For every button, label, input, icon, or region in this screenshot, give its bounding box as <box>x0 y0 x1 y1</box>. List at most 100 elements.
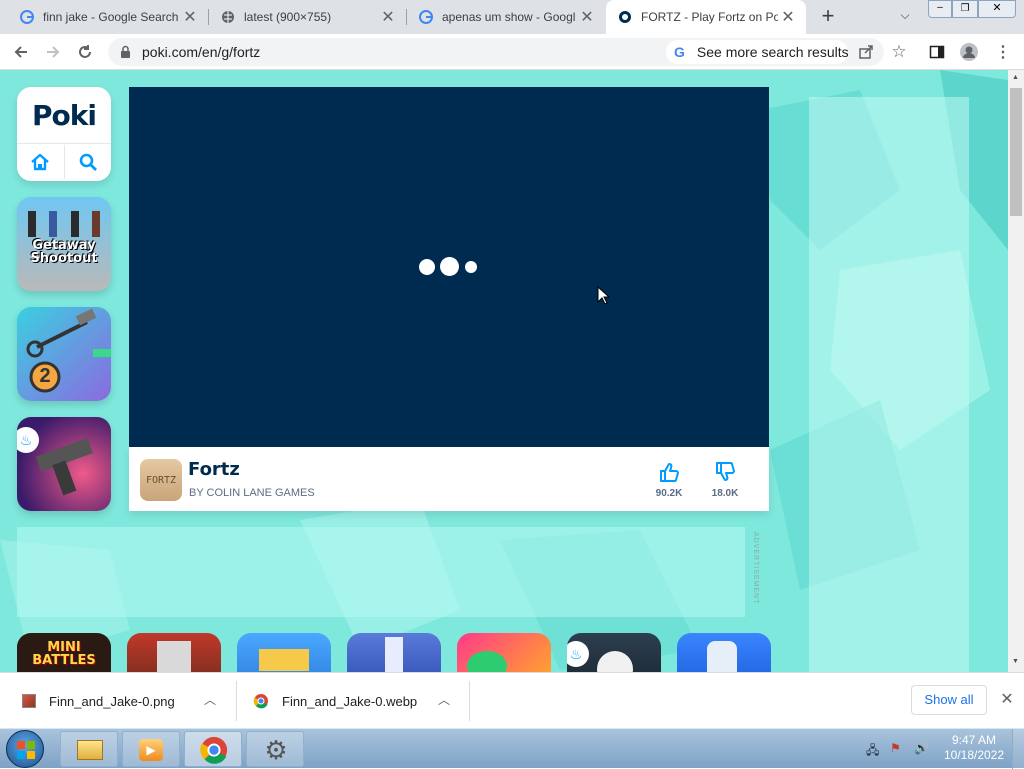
search-icon[interactable] <box>78 152 98 172</box>
game-thumbnail-hammer-2[interactable]: 2 <box>17 307 111 401</box>
tab-title: latest (900×755) <box>244 10 332 24</box>
game-title: Fortz <box>188 459 240 480</box>
tab-fortz[interactable]: FORTZ - Play Fortz on Po ✕ <box>606 0 806 34</box>
page-scrollbar[interactable]: ▲ ▼ <box>1008 70 1024 672</box>
scroll-up-icon[interactable]: ▲ <box>1012 74 1019 81</box>
tab-latest[interactable]: latest (900×755) ✕ <box>209 0 406 34</box>
like-button[interactable]: 90.2K <box>647 461 691 499</box>
game-thumbnail-6[interactable]: ♨ <box>567 633 661 672</box>
tab-finn-jake[interactable]: finn jake - Google Search ✕ <box>8 0 208 34</box>
ad-label: ADVERTISEMENT <box>752 532 759 605</box>
taskbar-settings-button[interactable]: ⚙ <box>246 731 304 767</box>
window-close-button[interactable]: ✕ <box>978 0 1016 18</box>
google-icon <box>419 10 433 24</box>
scrollbar-thumb[interactable] <box>1010 88 1022 216</box>
close-icon[interactable]: ✕ <box>378 7 398 27</box>
tower-art <box>385 637 403 672</box>
search-chip-label: See more search results <box>696 44 849 60</box>
divider <box>469 681 470 721</box>
close-icon[interactable]: ✕ <box>577 7 597 27</box>
taskbar-chrome-button[interactable] <box>184 731 242 767</box>
game-thumbnail-3[interactable] <box>237 633 331 672</box>
address-bar[interactable]: poki.com/en/g/fortz G See more search re… <box>108 38 884 66</box>
browser-tabstrip: finn jake - Google Search ✕ latest (900×… <box>0 0 1024 34</box>
back-button[interactable] <box>8 40 34 64</box>
hot-flame-icon: ♨ <box>567 641 589 667</box>
google-icon <box>20 10 34 24</box>
close-icon[interactable]: ✕ <box>180 7 200 27</box>
media-player-icon: ▶ <box>139 739 163 761</box>
search-chip[interactable]: G See more search results <box>666 40 849 64</box>
scroll-down-icon[interactable]: ▼ <box>1012 658 1019 665</box>
tab-title: FORTZ - Play Fortz on Po <box>641 10 778 24</box>
character-art <box>707 641 737 672</box>
loading-dot <box>465 261 477 273</box>
divider <box>17 143 111 144</box>
game-thumb-text: FORTZ <box>145 474 177 486</box>
poki-logo[interactable]: Poki <box>17 99 111 132</box>
close-download-bar-icon[interactable]: ✕ <box>998 689 1016 709</box>
new-tab-button[interactable]: + <box>816 5 840 29</box>
thumbnail-title: 2 <box>39 365 51 387</box>
minimize-button[interactable]: ‒ <box>928 0 952 18</box>
download-item-png[interactable]: Finn_and_Jake-0.png ︿ <box>0 673 236 729</box>
action-center-icon[interactable]: ⚑ <box>890 741 906 757</box>
sidebar-ad <box>809 97 969 672</box>
chrome-icon <box>200 736 228 764</box>
divider <box>64 145 65 179</box>
game-thumbnail-mini-battles[interactable]: MINI BATTLES <box>17 633 111 672</box>
thumbnail-title: MINI BATTLES <box>32 640 96 668</box>
game-thumbnail-4[interactable] <box>347 633 441 672</box>
game-canvas[interactable] <box>129 87 769 447</box>
loading-dot <box>440 257 459 276</box>
home-icon[interactable] <box>30 152 50 172</box>
profile-button[interactable] <box>956 40 982 64</box>
close-icon[interactable]: ✕ <box>778 7 798 27</box>
menu-dots-icon[interactable]: ⋮ <box>990 40 1016 64</box>
forward-button[interactable] <box>40 40 66 64</box>
thumbs-up-icon <box>660 463 679 482</box>
like-count: 90.2K <box>655 488 683 499</box>
download-bar: Finn_and_Jake-0.png ︿ Finn_and_Jake-0.we… <box>0 672 1024 728</box>
download-item-webp[interactable]: Finn_and_Jake-0.webp ︿ <box>237 673 469 729</box>
windows-taskbar: ▶ ⚙ 🖧 ⚑ 🔊 9:47 AM 10/18/2022 <box>0 728 1024 769</box>
side-panel-button[interactable] <box>924 40 950 64</box>
game-thumb: FORTZ <box>140 459 182 501</box>
game-thumbnail-2[interactable] <box>127 633 221 672</box>
game-developer[interactable]: BY COLIN LANE GAMES <box>189 487 315 499</box>
ad-banner <box>17 527 745 617</box>
clock[interactable]: 9:47 AM 10/18/2022 <box>940 733 1008 763</box>
tab-apenas-um-show[interactable]: apenas um show - Googl ✕ <box>407 0 605 34</box>
network-icon[interactable]: 🖧 <box>866 741 882 757</box>
thumbs-down-icon <box>716 462 735 481</box>
dislike-button[interactable]: 18.0K <box>703 461 747 499</box>
game-thumbnail-5[interactable] <box>457 633 551 672</box>
bookmark-star-icon[interactable]: ☆ <box>886 40 912 64</box>
restore-button[interactable]: ❐ <box>952 0 978 18</box>
gear-icon: ⚙ <box>264 735 288 765</box>
game-thumbnail-getaway-shootout[interactable]: Getaway Shootout <box>17 197 111 291</box>
download-filename: Finn_and_Jake-0.png <box>49 693 175 709</box>
poki-icon <box>619 11 631 23</box>
mouse-cursor-icon <box>597 286 611 305</box>
poki-logo-card: Poki <box>17 87 111 181</box>
share-icon[interactable] <box>858 44 874 60</box>
characters-art <box>21 211 107 239</box>
start-button[interactable] <box>6 730 44 768</box>
show-desktop-button[interactable] <box>1012 729 1024 769</box>
tab-search-chevron-icon[interactable]: ⌵ <box>896 8 914 26</box>
character-art <box>157 641 191 672</box>
reload-button[interactable] <box>72 40 98 64</box>
dislike-count: 18.0K <box>711 488 739 499</box>
game-thumbnail-7[interactable] <box>677 633 771 672</box>
game-thumbnail-uzi[interactable]: ♨ <box>17 417 111 511</box>
show-all-button[interactable]: Show all <box>911 685 987 715</box>
volume-icon[interactable]: 🔊 <box>914 741 930 757</box>
taskbar-explorer-button[interactable] <box>60 731 118 767</box>
taskbar-media-button[interactable]: ▶ <box>122 731 180 767</box>
tab-title: finn jake - Google Search <box>43 10 179 24</box>
chevron-up-icon[interactable]: ︿ <box>204 691 216 708</box>
chevron-up-icon[interactable]: ︿ <box>438 691 450 708</box>
blob-art <box>467 651 507 672</box>
profile-avatar-icon <box>960 43 978 61</box>
